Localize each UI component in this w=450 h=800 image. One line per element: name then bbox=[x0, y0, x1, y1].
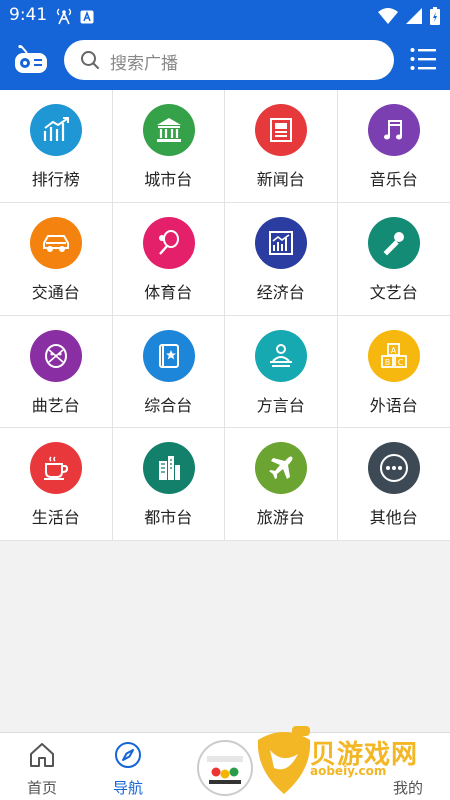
svg-text:B: B bbox=[384, 358, 390, 367]
category-item[interactable]: 都市台 bbox=[112, 428, 225, 541]
nav-guide[interactable]: 导航 bbox=[88, 733, 168, 800]
nav-home[interactable]: 首页 bbox=[2, 733, 82, 800]
category-label: 交通台 bbox=[31, 282, 80, 302]
category-item[interactable]: 旅游台 bbox=[225, 428, 338, 541]
status-time: 9:41 bbox=[9, 5, 48, 25]
category-item[interactable]: 新闻台 bbox=[225, 90, 338, 203]
wifi-icon bbox=[378, 8, 398, 28]
center-radio-badge[interactable] bbox=[197, 740, 253, 796]
category-label: 城市台 bbox=[144, 170, 193, 189]
category-label: 生活台 bbox=[31, 508, 80, 528]
chart-up-icon bbox=[30, 104, 82, 156]
category-item[interactable]: 排行榜 bbox=[0, 90, 113, 203]
coffee-cup-icon bbox=[30, 442, 82, 495]
search-input[interactable]: 搜索广播 bbox=[64, 40, 394, 80]
building-pillars-icon bbox=[142, 104, 195, 156]
category-label: 体育台 bbox=[144, 282, 193, 302]
cell-signal-icon bbox=[406, 8, 422, 28]
airplane-icon bbox=[255, 442, 307, 495]
category-label: 经济台 bbox=[256, 282, 305, 302]
category-label: 文艺台 bbox=[369, 282, 418, 302]
top-header: 搜索广播 bbox=[0, 32, 450, 90]
radio-icon[interactable] bbox=[14, 44, 48, 75]
category-label: 都市台 bbox=[144, 508, 193, 528]
category-label: 音乐台 bbox=[369, 170, 418, 189]
category-label: 新闻台 bbox=[256, 170, 305, 189]
book-star-icon bbox=[142, 329, 195, 382]
battery-icon bbox=[430, 7, 440, 29]
category-item[interactable]: 体育台 bbox=[112, 202, 225, 316]
nav-guide-label: 导航 bbox=[112, 779, 143, 797]
category-label: 综合台 bbox=[144, 395, 193, 415]
abc-blocks-icon: ABC bbox=[367, 329, 420, 382]
category-item[interactable]: 城市台 bbox=[112, 90, 225, 203]
category-item[interactable]: 其他台 bbox=[337, 428, 450, 541]
category-item[interactable]: 经济台 bbox=[225, 202, 338, 316]
category-label: 其他台 bbox=[369, 508, 418, 528]
music-note-icon bbox=[367, 104, 420, 156]
speaker-person-icon bbox=[255, 329, 307, 382]
search-icon bbox=[80, 50, 100, 74]
compass-icon bbox=[114, 741, 142, 769]
app-notification-icon bbox=[80, 9, 94, 28]
category-item[interactable]: 综合台 bbox=[112, 315, 225, 429]
category-grid: 排行榜 城市台 新闻台 音乐台交通台 体育台 经济台 文艺台曲艺台 综合台 方言台 A B C 外语台生… bbox=[0, 90, 450, 541]
racket-ball-icon bbox=[142, 216, 195, 269]
nav-home-label: 首页 bbox=[26, 779, 57, 797]
watermark-url: aobeiy.com bbox=[310, 764, 387, 778]
category-label: 排行榜 bbox=[31, 170, 80, 189]
category-item[interactable]: 曲艺台 bbox=[0, 315, 113, 429]
search-placeholder: 搜索广播 bbox=[110, 54, 178, 74]
opera-mask-icon bbox=[30, 329, 82, 382]
more-dots-icon bbox=[367, 442, 420, 495]
category-item[interactable]: 音乐台 bbox=[337, 90, 450, 203]
city-buildings-icon bbox=[142, 442, 195, 495]
list-menu-icon[interactable] bbox=[410, 47, 436, 71]
category-item[interactable]: 交通台 bbox=[0, 202, 113, 316]
status-bar: 9:41 bbox=[0, 0, 450, 32]
svg-text:C: C bbox=[397, 358, 403, 367]
category-item[interactable]: 文艺台 bbox=[337, 203, 450, 316]
car-icon bbox=[30, 216, 82, 269]
category-label: 曲艺台 bbox=[31, 395, 80, 415]
watermark-logo: 贝游戏网 aobeiy.com bbox=[250, 712, 450, 800]
category-item[interactable]: A B C 外语台 bbox=[337, 316, 450, 429]
category-item[interactable]: 生活台 bbox=[0, 428, 113, 541]
home-icon bbox=[28, 741, 56, 769]
category-item[interactable]: 方言台 bbox=[225, 315, 338, 429]
category-label: 旅游台 bbox=[256, 508, 305, 528]
chart-bar-icon bbox=[255, 216, 307, 269]
svg-text:A: A bbox=[390, 346, 396, 355]
category-label: 方言台 bbox=[256, 395, 305, 415]
microphone-icon bbox=[367, 216, 420, 269]
antenna-icon bbox=[56, 7, 72, 29]
newspaper-icon bbox=[255, 104, 307, 156]
category-label: 外语台 bbox=[369, 395, 418, 415]
